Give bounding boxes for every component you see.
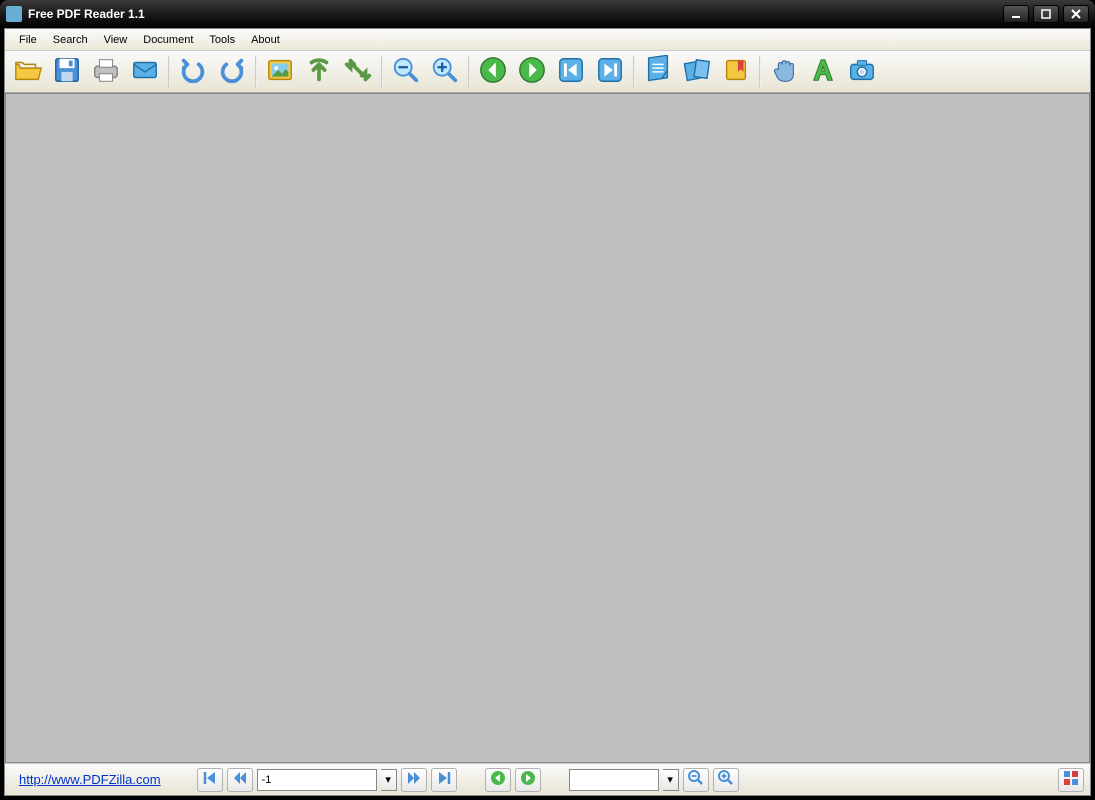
save-button[interactable]	[48, 54, 86, 90]
picture-icon	[265, 55, 295, 88]
nav-forward-icon	[519, 769, 537, 790]
menu-about[interactable]: About	[243, 32, 288, 48]
toolbar-separator	[168, 56, 170, 88]
titlebar[interactable]: Free PDF Reader 1.1	[0, 0, 1095, 28]
website-link[interactable]: http://www.PDFZilla.com	[11, 772, 169, 787]
snapshot-button[interactable]	[843, 54, 881, 90]
statusbar: http://www.PDFZilla.com ▾ ▾	[5, 763, 1090, 795]
toolbar-separator	[759, 56, 761, 88]
open-button[interactable]	[9, 54, 47, 90]
single-page-button[interactable]	[639, 54, 677, 90]
rewind-icon	[231, 769, 249, 790]
zoom-input[interactable]	[569, 769, 659, 791]
toolbar-separator	[381, 56, 383, 88]
rotate-cw-button[interactable]	[339, 54, 377, 90]
zoom-out-button[interactable]	[387, 54, 425, 90]
page-number-input[interactable]	[257, 769, 377, 791]
document-workspace[interactable]	[5, 93, 1090, 763]
toolbar	[5, 51, 1090, 93]
menu-search[interactable]: Search	[45, 32, 96, 48]
maximize-button[interactable]	[1033, 5, 1059, 23]
zoom-in-small-icon	[717, 769, 735, 790]
floppy-disk-icon	[52, 55, 82, 88]
continuous-page-button[interactable]	[678, 54, 716, 90]
print-button[interactable]	[87, 54, 125, 90]
skip-first-icon	[201, 769, 219, 790]
menu-file[interactable]: File	[11, 32, 45, 48]
last-page-button[interactable]	[591, 54, 629, 90]
zoom-in-status-button[interactable]	[713, 768, 739, 792]
zoom-dropdown[interactable]: ▾	[663, 769, 679, 791]
arrow-left-circle-icon	[478, 55, 508, 88]
menu-tools[interactable]: Tools	[201, 32, 243, 48]
menubar: File Search View Document Tools About	[5, 29, 1090, 51]
redo-arrow-icon	[217, 55, 247, 88]
single-page-icon	[643, 55, 673, 88]
redo-button[interactable]	[213, 54, 251, 90]
layout-grid-button[interactable]	[1058, 768, 1084, 792]
rotate-side-icon	[343, 55, 373, 88]
first-page-icon	[556, 55, 586, 88]
last-page-icon	[595, 55, 625, 88]
nav-back-icon	[489, 769, 507, 790]
last-page-status-button[interactable]	[431, 768, 457, 792]
menu-document[interactable]: Document	[135, 32, 201, 48]
chevron-down-icon: ▾	[385, 773, 391, 786]
hand-icon	[769, 55, 799, 88]
window-title: Free PDF Reader 1.1	[28, 7, 1003, 21]
zoom-out-icon	[391, 55, 421, 88]
nav-back-button[interactable]	[485, 768, 511, 792]
multi-page-icon	[682, 55, 712, 88]
next-page-status-button[interactable]	[401, 768, 427, 792]
undo-button[interactable]	[174, 54, 212, 90]
toolbar-separator	[633, 56, 635, 88]
zoom-out-small-icon	[687, 769, 705, 790]
bookmark-button[interactable]	[717, 54, 755, 90]
image-button[interactable]	[261, 54, 299, 90]
window-controls	[1003, 5, 1089, 23]
close-button[interactable]	[1063, 5, 1089, 23]
minimize-button[interactable]	[1003, 5, 1029, 23]
first-page-button[interactable]	[552, 54, 590, 90]
grid-icon	[1062, 769, 1080, 790]
email-button[interactable]	[126, 54, 164, 90]
content-area: File Search View Document Tools About	[4, 28, 1091, 796]
menu-view[interactable]: View	[96, 32, 136, 48]
printer-icon	[91, 55, 121, 88]
app-icon	[6, 6, 22, 22]
envelope-icon	[130, 55, 160, 88]
rotate-ccw-button[interactable]	[300, 54, 338, 90]
next-button[interactable]	[513, 54, 551, 90]
text-select-button[interactable]	[804, 54, 842, 90]
app-window: Free PDF Reader 1.1 File Search View Doc…	[0, 0, 1095, 800]
skip-last-icon	[435, 769, 453, 790]
toolbar-separator	[468, 56, 470, 88]
camera-icon	[847, 55, 877, 88]
zoom-out-status-button[interactable]	[683, 768, 709, 792]
zoom-in-icon	[430, 55, 460, 88]
folder-open-icon	[13, 55, 43, 88]
toolbar-separator	[255, 56, 257, 88]
first-page-status-button[interactable]	[197, 768, 223, 792]
zoom-in-button[interactable]	[426, 54, 464, 90]
arrow-right-circle-icon	[517, 55, 547, 88]
page-dropdown[interactable]: ▾	[381, 769, 397, 791]
prev-button[interactable]	[474, 54, 512, 90]
undo-arrow-icon	[178, 55, 208, 88]
hand-tool-button[interactable]	[765, 54, 803, 90]
prev-page-status-button[interactable]	[227, 768, 253, 792]
forward-icon	[405, 769, 423, 790]
nav-forward-button[interactable]	[515, 768, 541, 792]
rotate-up-icon	[304, 55, 334, 88]
bookmark-icon	[721, 55, 751, 88]
chevron-down-icon: ▾	[667, 773, 673, 786]
text-a-icon	[808, 55, 838, 88]
